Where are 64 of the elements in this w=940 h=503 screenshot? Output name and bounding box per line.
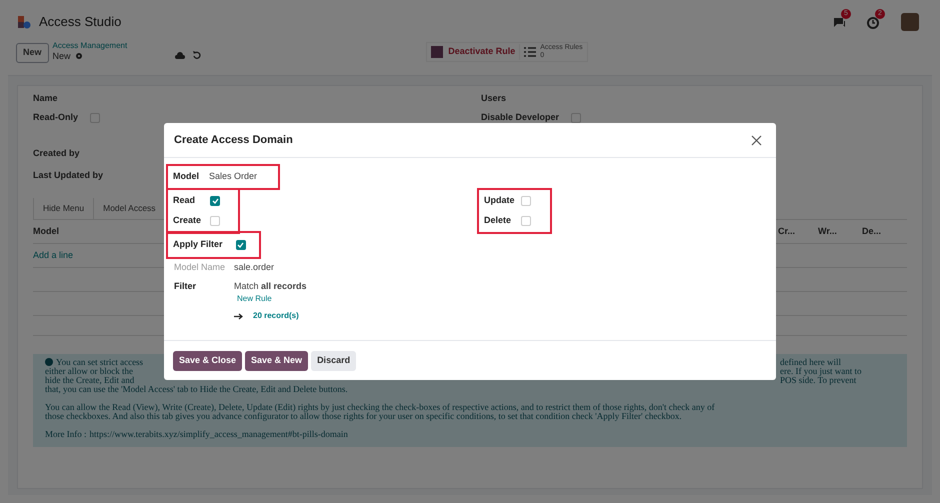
field-label: Read [173,194,196,208]
info-text: that, you can use the 'Model Access' tab to Hide the Create, Edit and Delete buttons. [45,384,348,394]
info-text: POS side. To prevent [780,376,856,385]
tab[interactable]: Hide Menu [33,198,94,219]
checkbox[interactable] [210,196,220,206]
filter-label: Filter [174,280,198,293]
dialog-title: Create Access Domain [174,132,293,148]
column-header: Cr... [778,224,796,238]
avatar[interactable] [901,13,919,31]
field-label: Users [481,92,506,106]
gear-icon[interactable] [74,52,83,60]
record-name: New [52,51,71,61]
model-value: Sales Order [209,170,258,184]
field-label: Create [173,214,202,228]
info-text: ere. If you just want to [780,367,862,376]
info-icon [45,358,53,366]
list-icon [524,47,536,57]
app-title: Access Studio [39,13,122,32]
field-label: Model [173,170,199,184]
info-text: defined here will [780,358,841,367]
column-header: Wr... [818,224,838,238]
new-rule-link[interactable]: New Rule [237,292,307,306]
field-label: Apply Filter [173,238,223,252]
info-text: those checkboxes. And also this tab gives you advance configurator to allow those rights for your user on specific conditions, to set that condition check 'Apply Filter' checkbox. [45,412,683,421]
checkbox[interactable] [90,113,100,123]
chat-icon[interactable] [833,17,846,29]
field-label: Last Updated by [33,169,104,182]
model-name-label: Model Name [174,261,226,274]
clock-icon[interactable] [867,17,879,29]
more-info-link[interactable]: https://www.terabits.xyz/simplify_access_management#bt-pills-domain [90,430,348,439]
records-link[interactable]: 20 record(s) [253,310,299,322]
checkbox[interactable] [210,216,220,226]
filter-match-text: Match all records [234,280,307,292]
cloud-upload-icon[interactable] [175,51,186,59]
save-button[interactable]: Save & New [245,351,308,371]
column-header: De... [862,224,882,238]
field-label: Delete [484,214,512,228]
checkbox[interactable] [521,196,531,206]
field-label: Name [33,92,58,106]
column-header: Model [33,224,60,238]
close-icon[interactable] [751,134,762,146]
field-label: Read-Only [33,111,78,124]
checkbox[interactable] [236,240,246,250]
new-button[interactable]: New [16,43,49,63]
field-label: Disable Developer [481,111,560,124]
discard-button[interactable]: Discard [311,351,356,371]
breadcrumb-link[interactable]: Access Management [52,41,128,51]
app-logo-icon [17,15,31,29]
checkbox[interactable] [521,216,531,226]
field-label: Created by [33,147,80,160]
more-info-label: More Info : [45,430,86,439]
add-line-link[interactable]: Add a line [33,248,74,262]
save-button[interactable]: Save & Close [173,351,242,371]
square-icon [431,46,444,58]
field-label: Update [484,194,516,208]
info-text: You can allow the Read (View), Write (Create), Delete, Update (Edit) rights by just checking the check-boxes of respective actions, and to restrict them of those rights, don't check any of [45,403,716,412]
arrow-icon [234,312,243,320]
deactivate-rule-button[interactable]: Deactivate Rule [427,45,520,59]
undo-icon[interactable] [193,51,202,59]
checkbox[interactable] [571,113,582,123]
model-name-value: sale.order [234,261,274,274]
info-text: either allow or block the [45,366,133,376]
info-text: You can set strict access [56,357,144,367]
info-text: hide the Create, Edit and [45,375,134,385]
